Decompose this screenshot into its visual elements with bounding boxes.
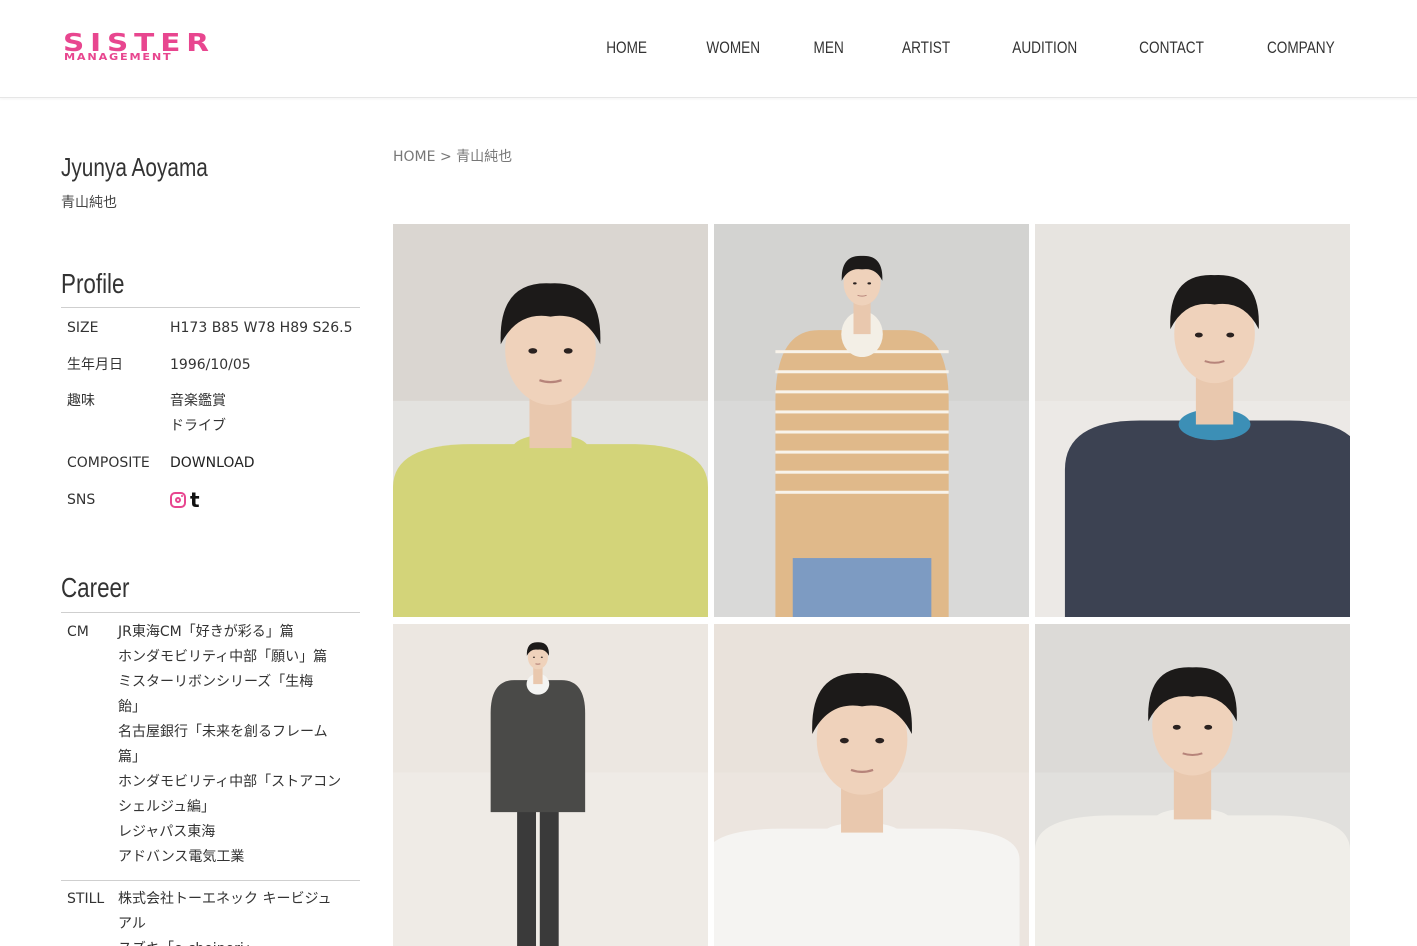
sns-label: SNS (67, 492, 96, 508)
career-item: 篇」 (118, 749, 146, 765)
career-item: 名古屋銀行「未来を創るフレーム (118, 724, 328, 740)
career-item: 飴」 (118, 699, 146, 715)
hobby-label: 趣味 (67, 393, 95, 409)
main-nav: HOME WOMEN MEN ARTIST AUDITION CONTACT C… (550, 38, 1335, 58)
photo-placeholder (1035, 224, 1350, 617)
birth-value: 1996/10/05 (170, 357, 251, 373)
sns-links: t (170, 488, 200, 513)
career-divider (61, 612, 360, 613)
nav-women[interactable]: WOMEN (707, 38, 761, 58)
composite-download-link[interactable]: DOWNLOAD (170, 451, 255, 476)
career-item: ホンダモビリティ中部「ストアコン (118, 774, 342, 790)
career-heading: Career (61, 572, 130, 603)
still-label: STILL (67, 891, 105, 907)
still-list: 株式会社トーエネック キービジュ アル スズキ「e-choinori」 (118, 887, 360, 946)
gallery-photo[interactable] (714, 224, 1029, 617)
sister-management-logo[interactable]: SISTER MANAGEMENT (63, 29, 229, 65)
cm-list: JR東海CM「好きが彩る」篇 ホンダモビリティ中部「願い」篇 ミスターリボンシリ… (118, 620, 360, 870)
hobby-item: ドライブ (170, 418, 226, 434)
career-item: シェルジュ編」 (118, 799, 216, 815)
career-item: JR東海CM「好きが彩る」篇 (118, 624, 294, 640)
breadcrumb-separator: > (439, 149, 452, 165)
nav-audition[interactable]: AUDITION (1012, 38, 1077, 58)
photo-placeholder (393, 624, 708, 946)
birth-label: 生年月日 (67, 357, 123, 373)
photo-placeholder (714, 224, 1029, 617)
career-table: CM JR東海CM「好きが彩る」篇 ホンダモビリティ中部「願い」篇 ミスターリボ… (61, 620, 360, 946)
breadcrumb-home-link[interactable]: HOME (393, 149, 435, 165)
photo-placeholder (1035, 624, 1350, 946)
career-item: ホンダモビリティ中部「願い」篇 (118, 649, 328, 665)
size-value: H173 B85 W78 H89 S26.5 (170, 320, 353, 336)
gallery-photo[interactable] (1035, 624, 1350, 946)
career-group-cm: CM JR東海CM「好きが彩る」篇 ホンダモビリティ中部「願い」篇 ミスターリボ… (61, 620, 360, 880)
talent-name-en: Jyunya Aoyama (61, 152, 208, 182)
size-label: SIZE (67, 320, 99, 336)
career-item: アドバンス電気工業 (118, 849, 245, 865)
gallery-photo[interactable] (714, 624, 1029, 946)
cm-label: CM (67, 624, 89, 640)
career-item: スズキ「e-choinori」 (118, 937, 360, 946)
composite-label: COMPOSITE (67, 455, 150, 471)
career-item: アル (118, 916, 146, 932)
talent-sidebar: Jyunya Aoyama 青山純也 Profile SIZE H173 B85… (61, 150, 360, 946)
profile-heading: Profile (61, 268, 125, 299)
nav-artist[interactable]: ARTIST (902, 38, 950, 58)
nav-company[interactable]: COMPANY (1267, 38, 1335, 58)
profile-divider (61, 307, 360, 308)
career-item: ミスターリボンシリーズ「生梅 (118, 674, 314, 690)
instagram-icon[interactable] (170, 492, 186, 508)
career-item: 株式会社トーエネック キービジュ (118, 891, 332, 907)
breadcrumb-current: 青山純也 (456, 149, 513, 165)
hobby-item: 音楽鑑賞 (170, 393, 226, 409)
career-item: レジャパス東海 (118, 824, 216, 840)
site-header: SISTER MANAGEMENT HOME WOMEN MEN ARTIST … (0, 0, 1417, 98)
talent-name-jp: 青山純也 (61, 195, 117, 211)
nav-home[interactable]: HOME (606, 38, 647, 58)
gallery-photo[interactable] (393, 624, 708, 946)
gallery-photo[interactable] (393, 224, 708, 617)
breadcrumb: HOME > 青山純也 (393, 146, 512, 166)
gallery-photo[interactable] (1035, 224, 1350, 617)
career-group-still: STILL 株式会社トーエネック キービジュ アル スズキ「e-choinori… (61, 880, 360, 946)
photo-placeholder (714, 624, 1029, 946)
photo-placeholder (393, 224, 708, 617)
nav-men[interactable]: MEN (814, 38, 844, 58)
hobby-value: 音楽鑑賞 ドライブ (170, 389, 226, 439)
nav-contact[interactable]: CONTACT (1140, 38, 1205, 58)
tumblr-icon[interactable]: t (190, 490, 200, 510)
logo-subtitle: MANAGEMENT (64, 52, 173, 63)
